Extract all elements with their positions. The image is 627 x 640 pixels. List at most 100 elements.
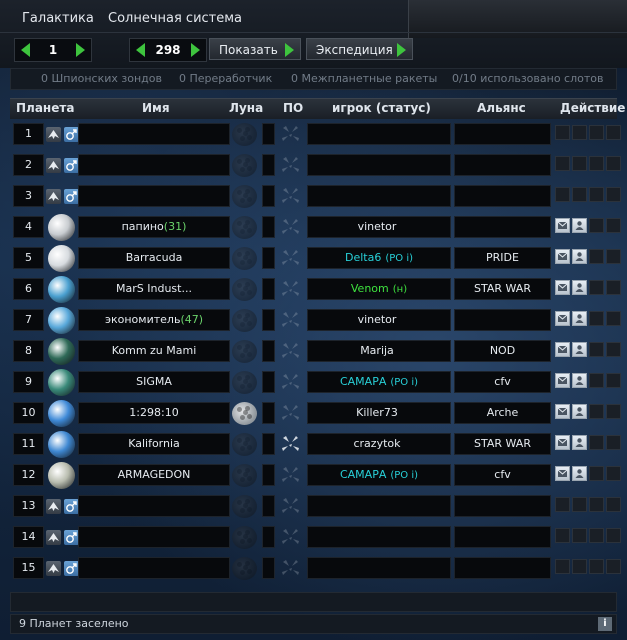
planet-icon[interactable] bbox=[48, 214, 75, 241]
alliance-name[interactable]: Arche bbox=[454, 402, 551, 424]
moon-slot bbox=[232, 464, 259, 487]
alliance-name[interactable]: NOD bbox=[454, 340, 551, 362]
planet-slot[interactable] bbox=[47, 430, 77, 459]
planet-slot[interactable] bbox=[47, 213, 77, 242]
planet-icon[interactable] bbox=[48, 369, 75, 396]
recycle-icon[interactable] bbox=[64, 499, 79, 514]
message-icon[interactable] bbox=[555, 373, 570, 388]
alliance-name bbox=[454, 526, 551, 548]
planet-name[interactable]: папино(31) bbox=[78, 216, 230, 238]
planet-icon[interactable] bbox=[48, 462, 75, 489]
recycle-icon[interactable] bbox=[64, 561, 79, 576]
planet-name[interactable]: MarS Indust... bbox=[78, 278, 230, 300]
moon-crater bbox=[240, 570, 245, 575]
action-slot bbox=[555, 497, 570, 512]
show-button[interactable]: Показать bbox=[209, 38, 301, 60]
debris-slot[interactable] bbox=[278, 433, 304, 456]
player-name[interactable]: Killer73 bbox=[307, 402, 451, 424]
planet-icon[interactable] bbox=[48, 400, 75, 427]
message-icon[interactable] bbox=[555, 249, 570, 264]
alliance-name[interactable]: STAR WAR bbox=[454, 278, 551, 300]
player-name[interactable]: Delta6 (PO i) bbox=[307, 247, 451, 269]
player-name[interactable]: САМАРА (PO i) bbox=[307, 371, 451, 393]
alliance-name[interactable]: STAR WAR bbox=[454, 433, 551, 455]
message-icon[interactable] bbox=[555, 218, 570, 233]
alliance-name[interactable]: cfv bbox=[454, 371, 551, 393]
buddy-icon[interactable] bbox=[572, 218, 587, 233]
planet-name[interactable]: Komm zu Mami bbox=[78, 340, 230, 362]
colonize-icon[interactable] bbox=[46, 158, 61, 173]
planet-name[interactable]: 1:298:10 bbox=[78, 402, 230, 424]
message-icon[interactable] bbox=[555, 280, 570, 295]
alliance-name bbox=[454, 123, 551, 145]
moon-crater bbox=[240, 477, 245, 482]
message-icon[interactable] bbox=[555, 435, 570, 450]
colonize-icon[interactable] bbox=[46, 530, 61, 545]
tab-galaxy[interactable]: Галактика bbox=[22, 6, 94, 32]
debris-field-icon[interactable] bbox=[280, 434, 301, 455]
message-icon[interactable] bbox=[555, 311, 570, 326]
recycle-icon[interactable] bbox=[64, 127, 79, 142]
colonize-icon[interactable] bbox=[46, 189, 61, 204]
alliance-name[interactable]: cfv bbox=[454, 464, 551, 486]
alliance-name[interactable]: PRIDE bbox=[454, 247, 551, 269]
colonize-icon[interactable] bbox=[46, 561, 61, 576]
moon-crater bbox=[240, 508, 245, 513]
player-name[interactable]: Marija bbox=[307, 340, 451, 362]
buddy-icon[interactable] bbox=[572, 280, 587, 295]
debris-field-icon bbox=[280, 403, 301, 424]
system-next-arrow-icon[interactable] bbox=[191, 43, 200, 57]
message-icon[interactable] bbox=[555, 466, 570, 481]
buddy-icon[interactable] bbox=[572, 249, 587, 264]
planet-slot[interactable] bbox=[47, 368, 77, 397]
planet-slot[interactable] bbox=[47, 244, 77, 273]
player-status: (PO i) bbox=[390, 377, 419, 388]
planet-icon[interactable] bbox=[48, 338, 75, 365]
info-icon[interactable]: i bbox=[598, 617, 612, 631]
planet-slot[interactable] bbox=[47, 337, 77, 366]
planet-name[interactable]: экономитель(47) bbox=[78, 309, 230, 331]
player-name[interactable]: САМАРА (PO i) bbox=[307, 464, 451, 486]
planet-slot[interactable] bbox=[47, 275, 77, 304]
buddy-icon[interactable] bbox=[572, 404, 587, 419]
planet-icon[interactable] bbox=[48, 245, 75, 272]
moon-info-slot bbox=[262, 371, 275, 393]
buddy-icon[interactable] bbox=[572, 342, 587, 357]
moon-icon[interactable] bbox=[232, 402, 257, 425]
planet-icon[interactable] bbox=[48, 276, 75, 303]
debris-field-icon bbox=[280, 155, 301, 176]
colonize-icon[interactable] bbox=[46, 499, 61, 514]
planet-name[interactable]: Barracuda bbox=[78, 247, 230, 269]
planet-slot[interactable] bbox=[47, 461, 77, 490]
moon-slot[interactable] bbox=[232, 402, 259, 425]
buddy-icon[interactable] bbox=[572, 435, 587, 450]
player-name[interactable]: Venom (н) bbox=[307, 278, 451, 300]
colonize-icon[interactable] bbox=[46, 127, 61, 142]
player-name[interactable]: vinetor bbox=[307, 309, 451, 331]
moon-crater bbox=[243, 534, 248, 539]
planet-name[interactable]: ARMAGEDON bbox=[78, 464, 230, 486]
player-name[interactable]: vinetor bbox=[307, 216, 451, 238]
recycle-icon[interactable] bbox=[64, 189, 79, 204]
planet-name-text: SIGMA bbox=[136, 375, 172, 388]
planet-slot[interactable] bbox=[47, 399, 77, 428]
planet-name[interactable]: Kalifornia bbox=[78, 433, 230, 455]
planet-name[interactable]: SIGMA bbox=[78, 371, 230, 393]
message-icon[interactable] bbox=[555, 342, 570, 357]
recycle-icon[interactable] bbox=[64, 158, 79, 173]
buddy-icon[interactable] bbox=[572, 373, 587, 388]
planet-icon[interactable] bbox=[48, 431, 75, 458]
player-name-text: vinetor bbox=[357, 313, 397, 326]
recycle-icon[interactable] bbox=[64, 530, 79, 545]
message-icon[interactable] bbox=[555, 404, 570, 419]
tab-solar-system[interactable]: Солнечная система bbox=[108, 6, 242, 32]
planet-icon[interactable] bbox=[48, 307, 75, 334]
planet-slot[interactable] bbox=[47, 306, 77, 335]
galaxy-next-arrow-icon[interactable] bbox=[76, 43, 85, 57]
expedition-button[interactable]: Экспедиция bbox=[306, 38, 413, 60]
buddy-icon[interactable] bbox=[572, 466, 587, 481]
moon-crater bbox=[237, 469, 242, 474]
buddy-icon[interactable] bbox=[572, 311, 587, 326]
player-name[interactable]: crazytok bbox=[307, 433, 451, 455]
recyclers-count: 0 Переработчик bbox=[179, 72, 273, 85]
